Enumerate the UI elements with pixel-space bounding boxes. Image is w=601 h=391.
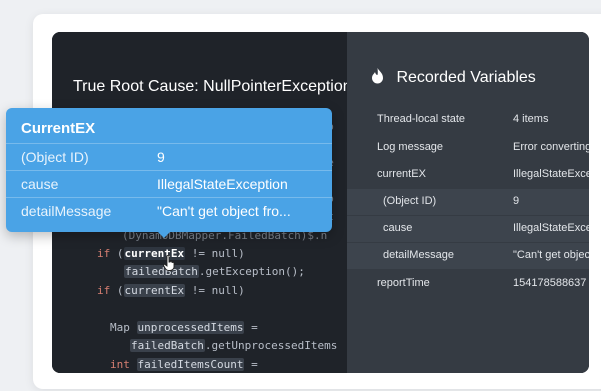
variable-row-nested[interactable]: (Object ID) 9 [347, 189, 589, 215]
variable-row-nested[interactable]: detailMessage "Can't get objec [347, 243, 589, 269]
variable-value: 154178588637 [513, 277, 587, 289]
variable-key: detailMessage [383, 249, 454, 261]
variable-row[interactable]: Thread-local state 4 items [347, 107, 589, 133]
variable-row[interactable]: Log message Error converting [347, 135, 589, 161]
variable-key: currentEX [377, 168, 426, 180]
tooltip-title: CurrentEX [21, 120, 96, 137]
tooltip-value: 9 [157, 149, 165, 165]
variable-value: IllegalStateExce [513, 222, 589, 234]
tooltip-value: IllegalStateException [157, 176, 288, 192]
tooltip-row: detailMessage "Can't get object fro... [6, 197, 332, 225]
tooltip-value: "Can't get object fro... [157, 203, 291, 219]
tooltip-key: (Object ID) [21, 149, 89, 165]
variable-key: Thread-local state [377, 113, 466, 125]
variable-row[interactable]: reportTime 154178588637 [347, 271, 589, 297]
variable-key: cause [383, 222, 413, 234]
variable-key: Log message [377, 141, 444, 153]
tooltip-key: cause [21, 176, 59, 192]
recorded-variables-pane: Recorded Variables Thread-local state 4 … [347, 32, 589, 373]
variable-row[interactable]: currentEX IllegalStateExce [347, 162, 589, 188]
code-line: int failedItemsCount = [110, 358, 258, 371]
flame-icon [372, 68, 383, 84]
variable-tooltip: CurrentEX (Object ID) 9 cause IllegalSta… [6, 108, 332, 232]
variable-key: reportTime [377, 277, 430, 289]
tooltip-row: (Object ID) 9 [6, 143, 332, 171]
code-line: Map unprocessedItems = [110, 321, 258, 334]
variable-row-nested[interactable]: cause IllegalStateExce [347, 216, 589, 242]
variable-value: Error converting [513, 141, 589, 153]
variable-value: IllegalStateExce [513, 168, 589, 180]
code-line: if (currentEx != null) [97, 284, 245, 297]
tooltip-caret [158, 232, 170, 238]
variable-value: 9 [513, 195, 520, 207]
variable-value: "Can't get objec [513, 249, 589, 261]
tooltip-row: cause IllegalStateException [6, 170, 332, 198]
hand-cursor-icon [163, 255, 175, 271]
variable-key: (Object ID) [383, 195, 437, 207]
variable-value: 4 items [513, 113, 549, 125]
code-line: failedBatch.getException(); [124, 265, 305, 278]
current-ex-token[interactable]: currentEx [123, 247, 186, 260]
recorded-variables-header: Recorded Variables [371, 68, 536, 87]
tooltip-key: detailMessage [21, 203, 112, 219]
recorded-variables-title: Recorded Variables [396, 69, 536, 86]
code-line: failedBatch.getUnprocessedItems [130, 339, 338, 352]
